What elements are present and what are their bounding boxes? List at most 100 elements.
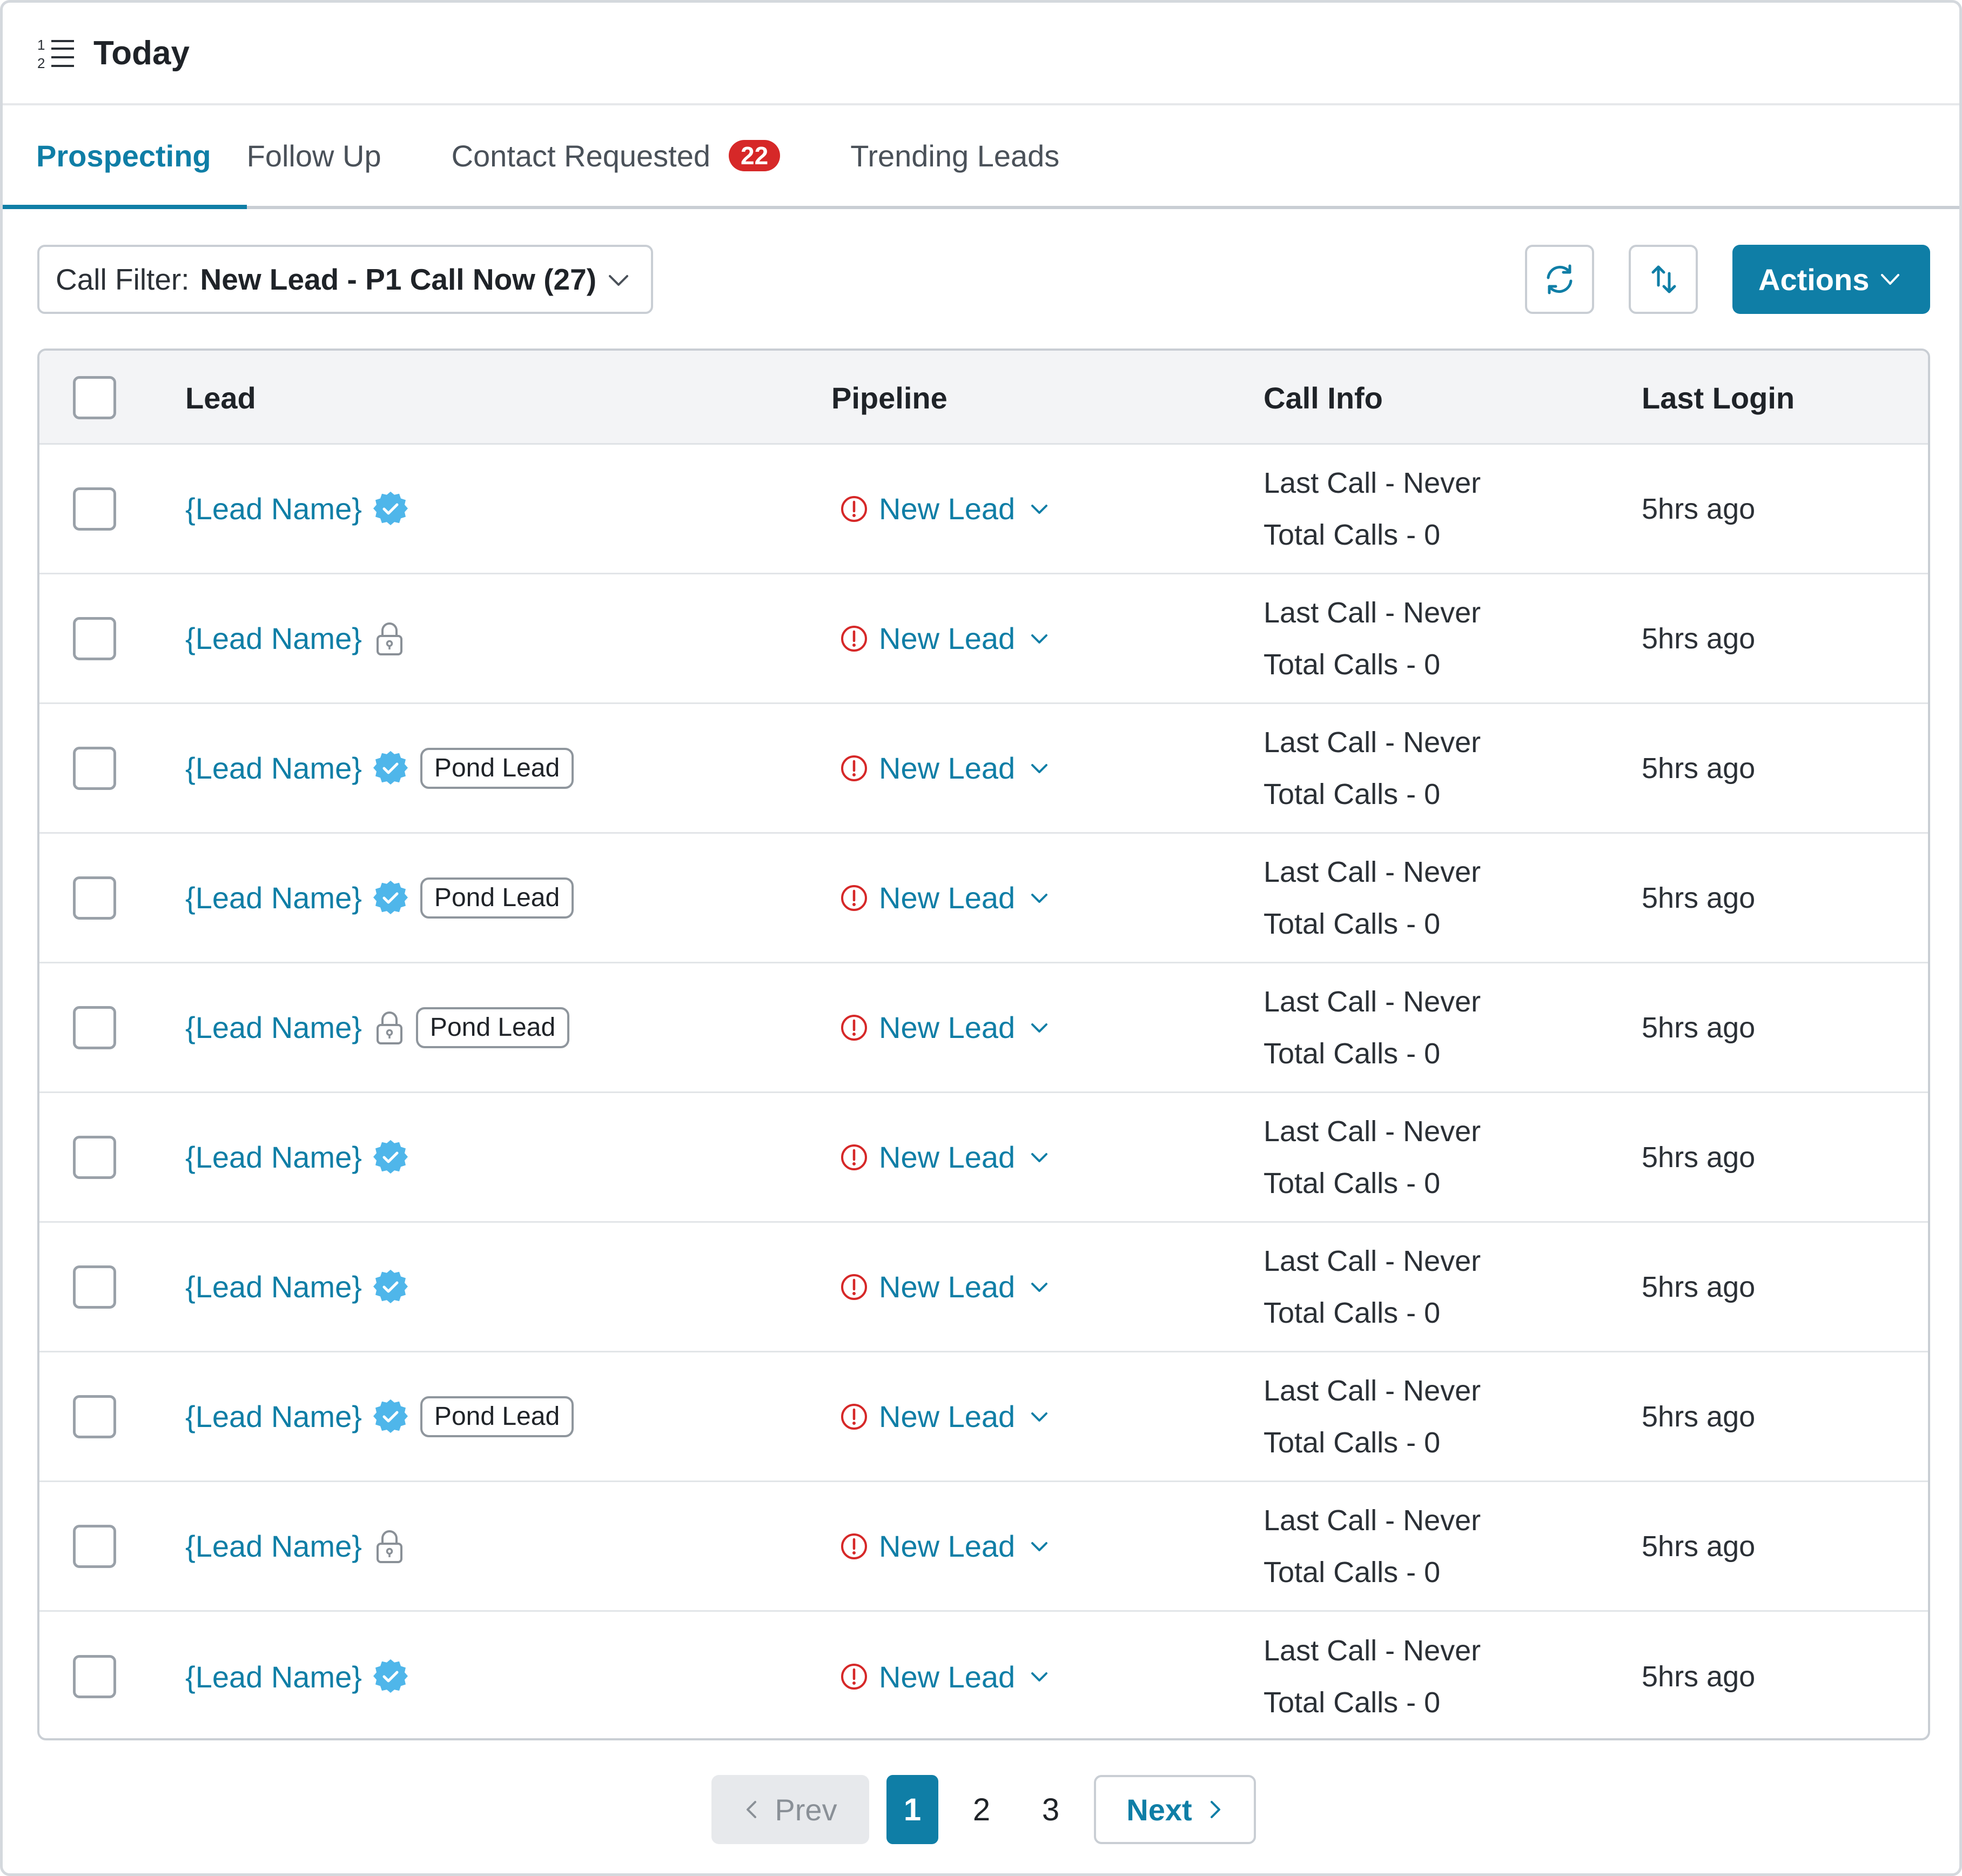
- last-call-text: Last Call - Never: [1264, 1504, 1481, 1537]
- alert-circle-icon: [841, 1533, 867, 1559]
- lead-name-link[interactable]: {Lead Name}: [185, 1529, 362, 1564]
- prev-page-button[interactable]: Prev: [711, 1775, 869, 1844]
- chevron-down-icon[interactable]: [1030, 1538, 1049, 1555]
- tab-contact-requested[interactable]: Contact Requested 22: [452, 105, 781, 206]
- chevron-down-icon[interactable]: [1030, 760, 1049, 776]
- pipeline-status[interactable]: New Lead: [879, 751, 1015, 786]
- lead-name-link[interactable]: {Lead Name}: [185, 1010, 362, 1045]
- sort-button[interactable]: [1629, 245, 1698, 314]
- row-checkbox[interactable]: [73, 746, 116, 790]
- tab-trending-leads[interactable]: Trending Leads: [850, 105, 1059, 206]
- lead-name-link[interactable]: {Lead Name}: [185, 1269, 362, 1304]
- page-2-button[interactable]: 2: [956, 1775, 1007, 1844]
- pipeline-status[interactable]: New Lead: [879, 880, 1015, 915]
- chevron-down-icon[interactable]: [1030, 1279, 1049, 1295]
- table-row: {Lead Name} New Lead Last Call - Never T…: [39, 1482, 1928, 1612]
- lead-name-link[interactable]: {Lead Name}: [185, 751, 362, 786]
- lock-icon: [376, 1011, 402, 1044]
- chevron-down-icon[interactable]: [1030, 890, 1049, 906]
- lead-cell: {Lead Name}: [185, 1223, 408, 1351]
- pipeline-cell[interactable]: New Lead: [840, 445, 1049, 573]
- pipeline-cell[interactable]: New Lead: [840, 574, 1049, 702]
- pipeline-cell[interactable]: New Lead: [840, 1352, 1049, 1480]
- actions-button[interactable]: Actions: [1732, 245, 1930, 314]
- lead-name-link[interactable]: {Lead Name}: [185, 1140, 362, 1175]
- lead-cell: {Lead Name}: [185, 1612, 408, 1738]
- lead-cell: {Lead Name} Pond Lead: [185, 834, 574, 962]
- page-3-button[interactable]: 3: [1025, 1775, 1077, 1844]
- lead-name-link[interactable]: {Lead Name}: [185, 491, 362, 526]
- chevron-down-icon[interactable]: [1030, 1409, 1049, 1425]
- lead-cell: {Lead Name} Pond Lead: [185, 1352, 574, 1480]
- lead-name-link[interactable]: {Lead Name}: [185, 880, 362, 915]
- call-filter-dropdown[interactable]: Call Filter: New Lead - P1 Call Now (27): [37, 245, 653, 314]
- next-page-button[interactable]: Next: [1094, 1775, 1256, 1844]
- call-info-cell: Last Call - Never Total Calls - 0: [1264, 704, 1481, 832]
- call-info-cell: Last Call - Never Total Calls - 0: [1264, 963, 1481, 1091]
- column-header-last-login[interactable]: Last Login: [1642, 351, 1795, 445]
- tab-follow-up[interactable]: Follow Up: [247, 105, 381, 206]
- pipeline-status[interactable]: New Lead: [879, 1659, 1015, 1694]
- verified-icon: [373, 491, 408, 525]
- lead-name-link[interactable]: {Lead Name}: [185, 1399, 362, 1434]
- lead-cell: {Lead Name}: [185, 1482, 404, 1610]
- chevron-down-icon[interactable]: [1030, 1669, 1049, 1685]
- lead-name-link[interactable]: {Lead Name}: [185, 621, 362, 656]
- row-checkbox[interactable]: [73, 487, 116, 531]
- last-login-text: 5hrs ago: [1642, 1011, 1756, 1044]
- pipeline-cell[interactable]: New Lead: [840, 1093, 1049, 1221]
- pipeline-cell[interactable]: New Lead: [840, 1223, 1049, 1351]
- chevron-down-icon[interactable]: [1030, 1149, 1049, 1165]
- tab-prospecting[interactable]: Prospecting: [3, 105, 247, 209]
- header-checkbox-cell: [73, 351, 116, 445]
- chevron-down-icon[interactable]: [1030, 501, 1049, 517]
- total-calls-text: Total Calls - 0: [1264, 1426, 1441, 1459]
- column-header-pipeline[interactable]: Pipeline: [831, 351, 948, 445]
- row-checkbox[interactable]: [73, 1265, 116, 1309]
- row-checkbox[interactable]: [73, 1135, 116, 1179]
- row-checkbox[interactable]: [73, 617, 116, 660]
- pipeline-status[interactable]: New Lead: [879, 1140, 1015, 1175]
- row-checkbox-cell: [73, 574, 116, 702]
- sort-arrows-icon: [1651, 265, 1676, 293]
- pipeline-status[interactable]: New Lead: [879, 1269, 1015, 1304]
- pipeline-status[interactable]: New Lead: [879, 1399, 1015, 1434]
- chevron-down-icon[interactable]: [1030, 1020, 1049, 1036]
- row-checkbox[interactable]: [73, 1655, 116, 1698]
- pipeline-cell[interactable]: New Lead: [840, 1612, 1049, 1738]
- column-header-call-info[interactable]: Call Info: [1264, 351, 1383, 445]
- row-checkbox[interactable]: [73, 1524, 116, 1568]
- row-checkbox[interactable]: [73, 1395, 116, 1438]
- pipeline-status[interactable]: New Lead: [879, 491, 1015, 526]
- pipeline-status[interactable]: New Lead: [879, 1010, 1015, 1045]
- row-checkbox[interactable]: [73, 876, 116, 920]
- pipeline-cell[interactable]: New Lead: [840, 704, 1049, 832]
- pond-lead-tag: Pond Lead: [420, 877, 574, 919]
- call-info-cell: Last Call - Never Total Calls - 0: [1264, 1482, 1481, 1610]
- table-body: {Lead Name} New Lead Last Call - Never T…: [39, 445, 1928, 1738]
- prev-label: Prev: [775, 1792, 837, 1827]
- last-login-text: 5hrs ago: [1642, 622, 1756, 655]
- refresh-button[interactable]: [1525, 245, 1594, 314]
- page-1-button[interactable]: 1: [886, 1775, 938, 1844]
- tab-bar: Prospecting Follow Up Contact Requested …: [3, 105, 1959, 209]
- table-row: {Lead Name} New Lead Last Call - Never T…: [39, 1223, 1928, 1352]
- alert-circle-icon: [841, 1014, 867, 1041]
- pipeline-cell[interactable]: New Lead: [840, 1482, 1049, 1610]
- row-checkbox-cell: [73, 1352, 116, 1480]
- total-calls-text: Total Calls - 0: [1264, 907, 1441, 940]
- count-badge: 22: [729, 140, 781, 171]
- lead-name-link[interactable]: {Lead Name}: [185, 1659, 362, 1694]
- last-call-text: Last Call - Never: [1264, 855, 1481, 888]
- column-header-lead[interactable]: Lead: [185, 351, 256, 445]
- pond-lead-tag: Pond Lead: [415, 1007, 570, 1048]
- chevron-down-icon[interactable]: [1030, 631, 1049, 647]
- select-all-checkbox[interactable]: [73, 376, 116, 419]
- pipeline-status[interactable]: New Lead: [879, 621, 1015, 656]
- last-login-text: 5hrs ago: [1642, 1530, 1756, 1563]
- table-header: Lead Pipeline Call Info Last Login: [39, 351, 1928, 445]
- pipeline-cell[interactable]: New Lead: [840, 963, 1049, 1091]
- row-checkbox[interactable]: [73, 1006, 116, 1049]
- pipeline-status[interactable]: New Lead: [879, 1529, 1015, 1564]
- pipeline-cell[interactable]: New Lead: [840, 834, 1049, 962]
